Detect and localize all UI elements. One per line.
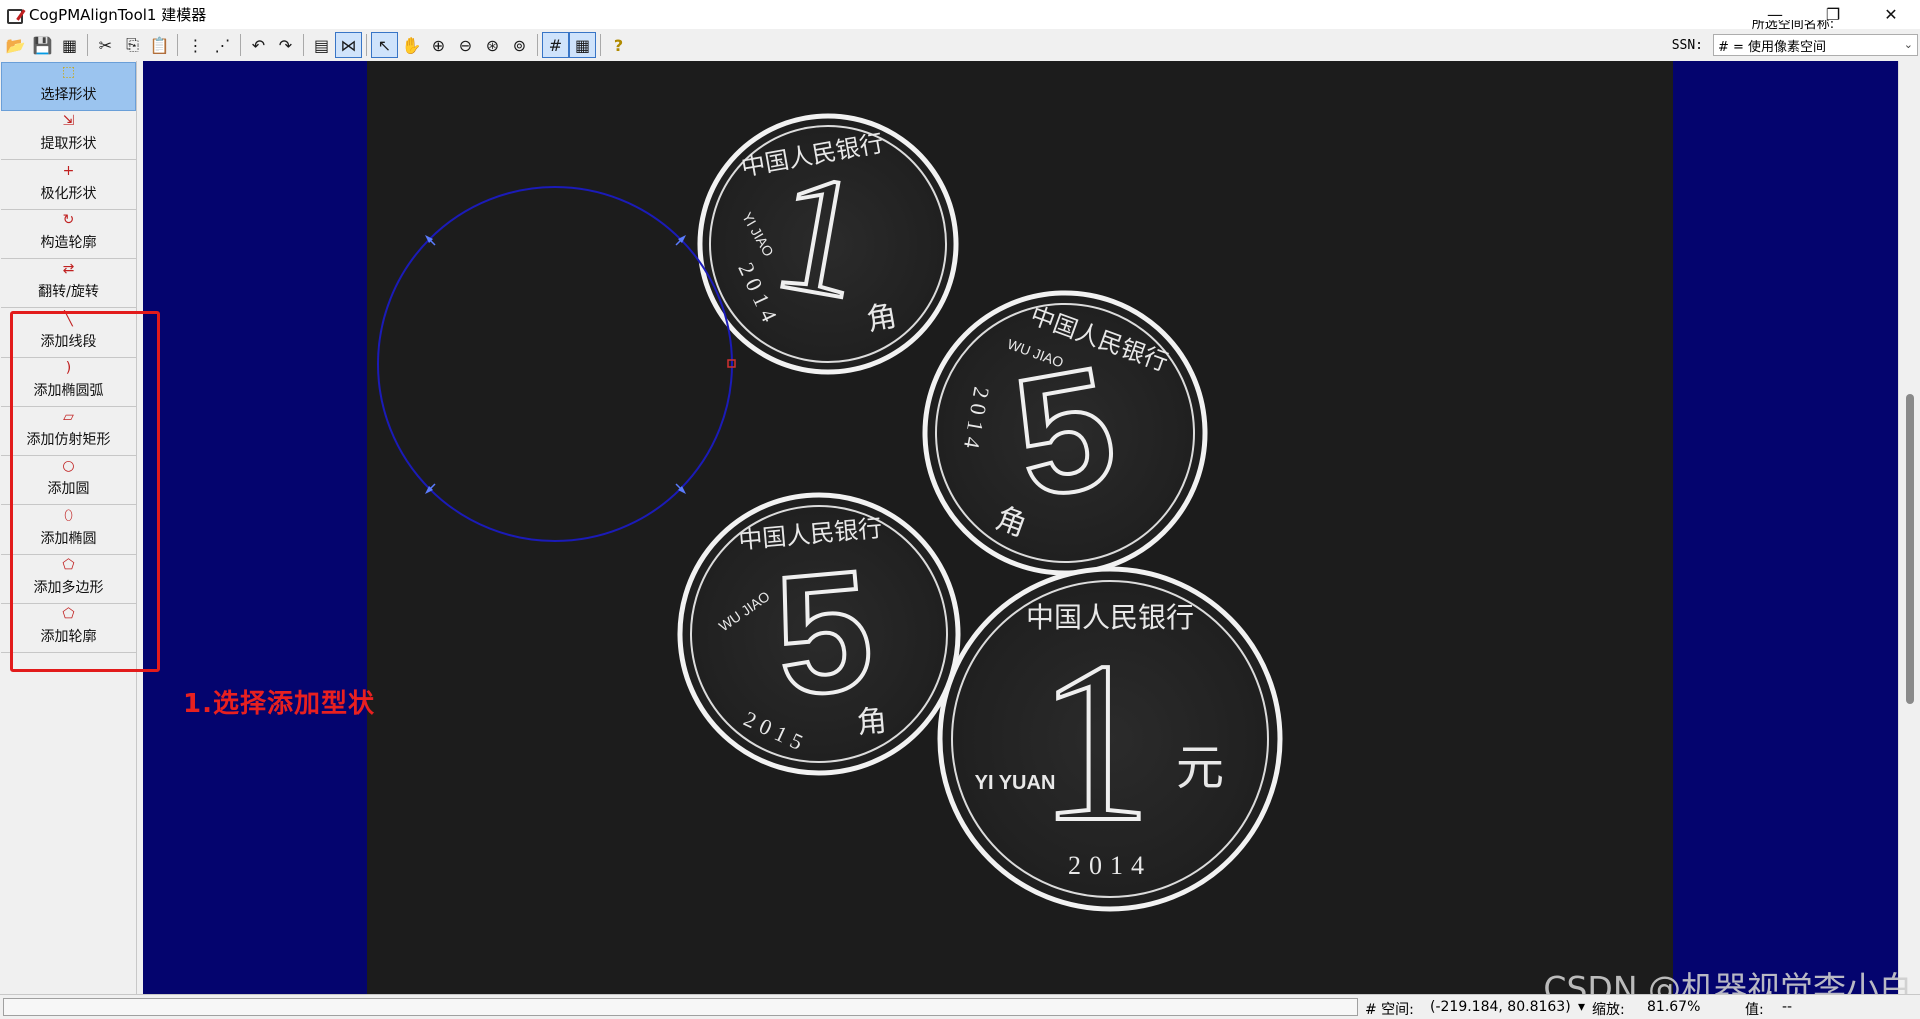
ssn-select[interactable]: # = 使用像素空间 ⌄ xyxy=(1713,34,1918,56)
chevron-down-icon: ⌄ xyxy=(1903,38,1913,51)
tool-button-4[interactable]: ↻ 构造轮廓 xyxy=(1,210,136,259)
pointer-button[interactable]: ↖ xyxy=(371,32,398,58)
zoom-in-button[interactable]: ⊕ xyxy=(425,32,452,58)
open-button[interactable]: 📂 xyxy=(2,32,29,58)
select-all-icon: ⋮ xyxy=(187,35,204,55)
tool-label: 翻转/旋转 xyxy=(38,284,99,301)
app-logo-icon xyxy=(5,6,23,24)
tool-button-3[interactable]: + 极化形状 xyxy=(1,161,136,210)
toolbar-separator xyxy=(177,34,178,56)
main-toolbar: 📂 💾 ▦ ✂ ⎘ 📋 ⋮ ⋰ ↶ ↷ ▤ ⋈ ↖ ✋ ⊕ ⊖ ⊛ ⊚ # ▦? 所选空间名称: SSN: # = 使… xyxy=(0,20,1920,61)
space-name-overflow-label: 所选空间名称: xyxy=(1751,20,1835,32)
properties-button[interactable]: ▤ xyxy=(308,32,335,58)
toolbar-separator xyxy=(240,34,241,56)
window-title: CogPMAlignTool1 建模器 xyxy=(29,6,207,24)
fit-toggle-icon: ⋈ xyxy=(340,35,357,55)
toolbar-buttons: 📂 💾 ▦ ✂ ⎘ 📋 ⋮ ⋰ ↶ ↷ ▤ ⋈ ↖ ✋ ⊕ ⊖ ⊛ ⊚ # ▦? xyxy=(2,32,632,58)
zoom-out-button[interactable]: ⊖ xyxy=(452,32,479,58)
close-button[interactable]: ✕ xyxy=(1862,0,1920,29)
cut-icon: ✂ xyxy=(98,35,113,55)
status-coordinates: (-219.184, 80.8163) xyxy=(1430,999,1571,1015)
tool-icon-2: ⇲ xyxy=(62,113,75,130)
pointer-icon: ↖ xyxy=(377,35,392,55)
tool-icon-1: ⬚ xyxy=(61,64,76,80)
status-bar: # 空间: (-219.184, 80.8163) ▾ 缩放: 81.67% 值… xyxy=(0,994,1920,1019)
pixel-grid-icon: ▦ xyxy=(574,35,591,55)
help-icon: ? xyxy=(613,35,624,55)
tool-icon-4: ↻ xyxy=(62,211,75,228)
status-space-dropdown-icon[interactable]: ▾ xyxy=(1578,999,1585,1015)
title-bar: CogPMAlignTool1 建模器 — ❐ ✕ xyxy=(0,0,1920,29)
help-button[interactable]: ? xyxy=(605,32,632,58)
tool-button-1[interactable]: ⬚ 选择形状 xyxy=(1,62,136,111)
zoom-actual-icon: ⊚ xyxy=(512,35,527,55)
undo-icon: ↶ xyxy=(251,35,266,55)
vertical-scrollbar[interactable] xyxy=(1898,61,1920,994)
redo-button[interactable]: ↷ xyxy=(272,32,299,58)
paste-icon: 📋 xyxy=(149,35,170,55)
tool-icon-3: + xyxy=(62,162,75,179)
status-space-label: # 空间: xyxy=(1365,1002,1414,1018)
pixel-grid-button[interactable]: ▦ xyxy=(569,32,596,58)
zoom-actual-button[interactable]: ⊚ xyxy=(506,32,533,58)
tool-label: 选择形状 xyxy=(40,87,97,103)
grid-button[interactable]: # xyxy=(542,32,569,58)
open-icon: 📂 xyxy=(5,35,26,55)
copy-button[interactable]: ⎘ xyxy=(119,32,146,58)
image-display[interactable]: 1 中国人民银行 YI JIAO 2014 角 5 中国人民银行 WU JIAO… xyxy=(143,61,1898,994)
select-all-button[interactable]: ⋮ xyxy=(182,32,209,58)
toolbar-separator xyxy=(366,34,367,56)
status-zoom-label: 缩放: xyxy=(1592,1002,1625,1018)
ssn-value: # = 使用像素空间 xyxy=(1718,39,1827,55)
pan-hand-icon: ✋ xyxy=(401,35,422,55)
status-message-box xyxy=(3,998,1358,1016)
zoom-in-icon: ⊕ xyxy=(431,35,446,55)
cut-button[interactable]: ✂ xyxy=(92,32,119,58)
ssn-area: 所选空间名称: SSN: # = 使用像素空间 ⌄ xyxy=(1671,20,1920,61)
zoom-fit-icon: ⊛ xyxy=(485,35,500,55)
save-all-button[interactable]: ▦ xyxy=(56,32,83,58)
toolbar-separator xyxy=(87,34,88,56)
scrollbar-thumb[interactable] xyxy=(1906,394,1914,704)
toolbar-separator xyxy=(600,34,601,56)
ssn-label: SSN: xyxy=(1671,37,1703,53)
redo-icon: ↷ xyxy=(278,35,293,55)
save-icon: 💾 xyxy=(32,35,53,55)
copy-icon: ⎘ xyxy=(126,35,139,54)
tool-icon-5: ⇄ xyxy=(62,261,75,278)
annotation-highlight-box xyxy=(10,311,160,672)
deselect-icon: ⋰ xyxy=(214,35,231,55)
fit-toggle-button[interactable]: ⋈ xyxy=(335,32,362,58)
status-value: -- xyxy=(1782,999,1793,1015)
tool-label: 极化形状 xyxy=(40,185,97,202)
tool-label: 构造轮廓 xyxy=(40,234,97,251)
grid-icon: # xyxy=(548,35,563,55)
toolbar-separator xyxy=(303,34,304,56)
shape-overlay xyxy=(377,186,736,542)
tool-button-5[interactable]: ⇄ 翻转/旋转 xyxy=(1,259,136,309)
tool-button-2[interactable]: ⇲ 提取形状 xyxy=(1,111,136,161)
zoom-fit-button[interactable]: ⊛ xyxy=(479,32,506,58)
tool-label: 提取形状 xyxy=(40,136,97,153)
save-all-icon: ▦ xyxy=(61,35,78,55)
save-button[interactable]: 💾 xyxy=(29,32,56,58)
pan-hand-button[interactable]: ✋ xyxy=(398,32,425,58)
undo-button[interactable]: ↶ xyxy=(245,32,272,58)
status-value-label: 值: xyxy=(1745,1002,1764,1018)
status-zoom-value: 81.67% xyxy=(1647,999,1701,1015)
paste-button[interactable]: 📋 xyxy=(146,32,173,58)
properties-icon: ▤ xyxy=(313,35,330,55)
toolbar-separator xyxy=(537,34,538,56)
zoom-out-icon: ⊖ xyxy=(458,35,473,55)
deselect-button[interactable]: ⋰ xyxy=(209,32,236,58)
annotation-text: 1.选择添加型状 xyxy=(183,689,375,719)
